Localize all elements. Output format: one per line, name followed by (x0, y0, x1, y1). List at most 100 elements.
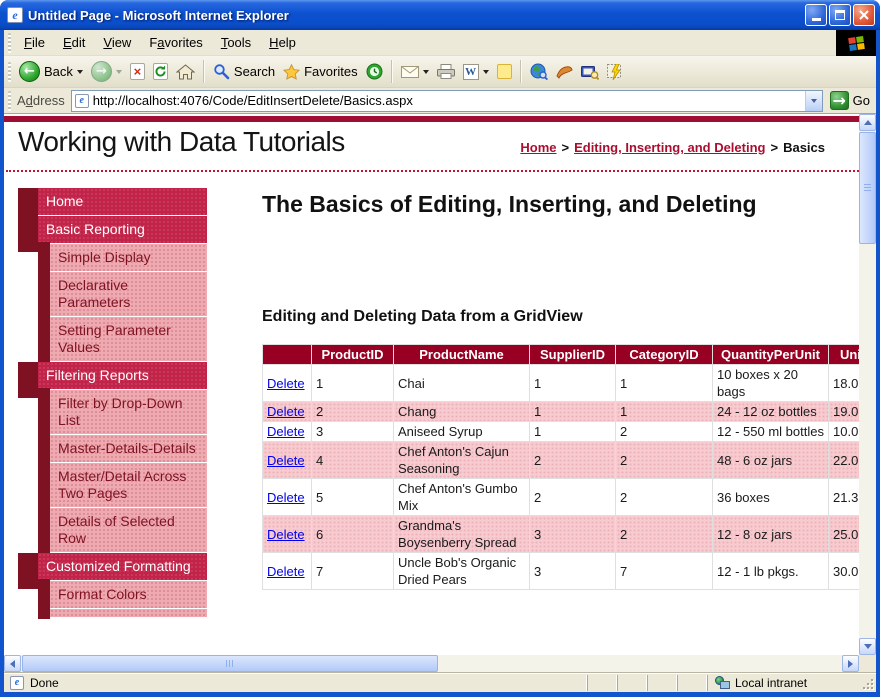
cell-supplierid: 1 (530, 422, 616, 442)
word-icon: W (463, 64, 479, 80)
forward-dropdown-icon (116, 70, 122, 74)
back-button[interactable]: ← Back (15, 59, 87, 84)
delete-link[interactable]: Delete (267, 490, 305, 505)
mail-button[interactable] (397, 64, 433, 80)
menu-view[interactable]: View (94, 35, 140, 50)
cell-quantityperunit: 36 boxes (713, 479, 829, 516)
sidebar-item-label (50, 609, 207, 617)
sidebar-item-simple-display[interactable]: Simple Display (18, 244, 207, 271)
cell-productid: 6 (312, 516, 394, 553)
cell-quantityperunit: 10 boxes x 20 bags (713, 365, 829, 402)
grid-header-row: ProductIDProductNameSupplierIDCategoryID… (263, 345, 860, 365)
header-divider (6, 170, 859, 172)
menu-favorites[interactable]: Favorites (140, 35, 211, 50)
cell-quantityperunit: 12 - 8 oz jars (713, 516, 829, 553)
forward-button[interactable]: → (87, 59, 126, 84)
resize-grip[interactable] (859, 675, 875, 691)
window-frame: FileEditViewFavoritesToolsHelp ← Back → … (4, 30, 876, 692)
sidebar-item-declarative-parameters[interactable]: Declarative Parameters (18, 272, 207, 316)
cell-categoryid: 1 (616, 365, 713, 402)
delete-link[interactable]: Delete (267, 424, 305, 439)
chevron-up-icon (864, 120, 872, 125)
sidebar-item-master-details-details[interactable]: Master-Details-Details (18, 435, 207, 462)
address-dropdown-button[interactable] (805, 91, 822, 111)
sidebar-item-master-detail-across-two-pages[interactable]: Master/Detail Across Two Pages (18, 463, 207, 507)
scroll-left-button[interactable] (4, 655, 21, 672)
delete-link[interactable]: Delete (267, 527, 305, 542)
cell-supplierid: 3 (530, 553, 616, 590)
col-header-quantityperunit: QuantityPerUnit (713, 345, 829, 365)
sidebar-item-label: Master/Detail Across Two Pages (50, 463, 207, 507)
sidebar-item-customized-formatting[interactable]: Customized Formatting (18, 553, 207, 580)
action-cell: Delete (263, 479, 312, 516)
favorites-button[interactable]: Favorites (279, 62, 361, 82)
windows-throbber (836, 30, 876, 56)
edit-with-word-button[interactable]: W (459, 62, 493, 82)
delete-link[interactable]: Delete (267, 564, 305, 579)
sidebar-item-filter-by-drop-down-list[interactable]: Filter by Drop-Down List (18, 390, 207, 434)
sidebar-item-details-of-selected-row[interactable]: Details of Selected Row (18, 508, 207, 552)
menu-edit[interactable]: Edit (54, 35, 94, 50)
windows-flag-icon (848, 36, 865, 51)
addressbar-grip-handle[interactable] (8, 91, 11, 111)
quick-tool-button[interactable] (603, 62, 628, 82)
delete-link[interactable]: Delete (267, 453, 305, 468)
breadcrumb-home[interactable]: Home (520, 140, 556, 155)
ie-logo-icon: e (7, 7, 23, 23)
sidebar-item-format-colors[interactable]: Format Colors (18, 581, 207, 608)
status-bar: e Done Local intranet (4, 672, 876, 692)
status-pane (647, 675, 677, 691)
sidebar-item-basic-reporting[interactable]: Basic Reporting (18, 216, 207, 243)
refresh-button[interactable] (149, 61, 172, 82)
home-button[interactable] (172, 62, 199, 82)
horizontal-scrollbar[interactable] (4, 655, 859, 672)
cell-productid: 7 (312, 553, 394, 590)
menu-file[interactable]: File (15, 35, 54, 50)
scroll-right-button[interactable] (842, 655, 859, 672)
sidebar-item-setting-parameter-values[interactable]: Setting Parameter Values (18, 317, 207, 361)
favorites-search-button[interactable] (577, 62, 603, 82)
toolbar-grip-handle[interactable] (8, 62, 11, 82)
messenger-button[interactable] (493, 62, 516, 81)
forward-icon: → (91, 61, 112, 82)
delete-link[interactable]: Delete (267, 376, 305, 391)
scroll-up-button[interactable] (859, 114, 876, 131)
menu-tools[interactable]: Tools (212, 35, 260, 50)
research-button[interactable] (526, 61, 552, 82)
scroll-down-button[interactable] (859, 638, 876, 655)
vertical-scroll-thumb[interactable] (859, 132, 876, 244)
minimize-button[interactable] (805, 4, 827, 26)
sidebar-item-label: Home (38, 188, 207, 215)
print-button[interactable] (433, 62, 459, 81)
history-icon (366, 63, 383, 80)
address-input[interactable]: e http://localhost:4076/Code/EditInsertD… (71, 90, 823, 112)
cell-categoryid: 1 (616, 402, 713, 422)
history-button[interactable] (362, 61, 387, 82)
cell-supplierid: 3 (530, 516, 616, 553)
horizontal-scroll-thumb[interactable] (22, 655, 438, 672)
vertical-scrollbar[interactable] (859, 114, 876, 655)
products-gridview: ProductIDProductNameSupplierIDCategoryID… (262, 344, 859, 590)
close-button[interactable] (853, 4, 875, 26)
menu-help[interactable]: Help (260, 35, 305, 50)
search-button[interactable]: Search (209, 61, 279, 82)
local-intranet-icon (715, 676, 730, 689)
cell-productid: 3 (312, 422, 394, 442)
refresh-icon (153, 63, 168, 80)
cell-supplierid: 2 (530, 442, 616, 479)
custom-tool-button[interactable] (552, 62, 577, 81)
delete-link[interactable]: Delete (267, 404, 305, 419)
globe-search-icon (530, 63, 548, 80)
cell-productname: Aniseed Syrup (394, 422, 530, 442)
cell-unitprice: 10.0 (829, 422, 860, 442)
maximize-button[interactable] (829, 4, 851, 26)
sidebar-item-home[interactable]: Home (18, 188, 207, 215)
stop-button[interactable]: × (126, 61, 149, 82)
sidebar-item-filtering-reports[interactable]: Filtering Reports (18, 362, 207, 389)
col-header-unitprice: UnitPrice (829, 345, 860, 365)
col-header-supplierid: SupplierID (530, 345, 616, 365)
breadcrumb-editing-inserting-and-deleting[interactable]: Editing, Inserting, and Deleting (574, 140, 765, 155)
sidebar-item-label: Details of Selected Row (50, 508, 207, 552)
go-button[interactable]: → Go (830, 91, 870, 110)
menubar-grip-handle[interactable] (8, 33, 11, 53)
